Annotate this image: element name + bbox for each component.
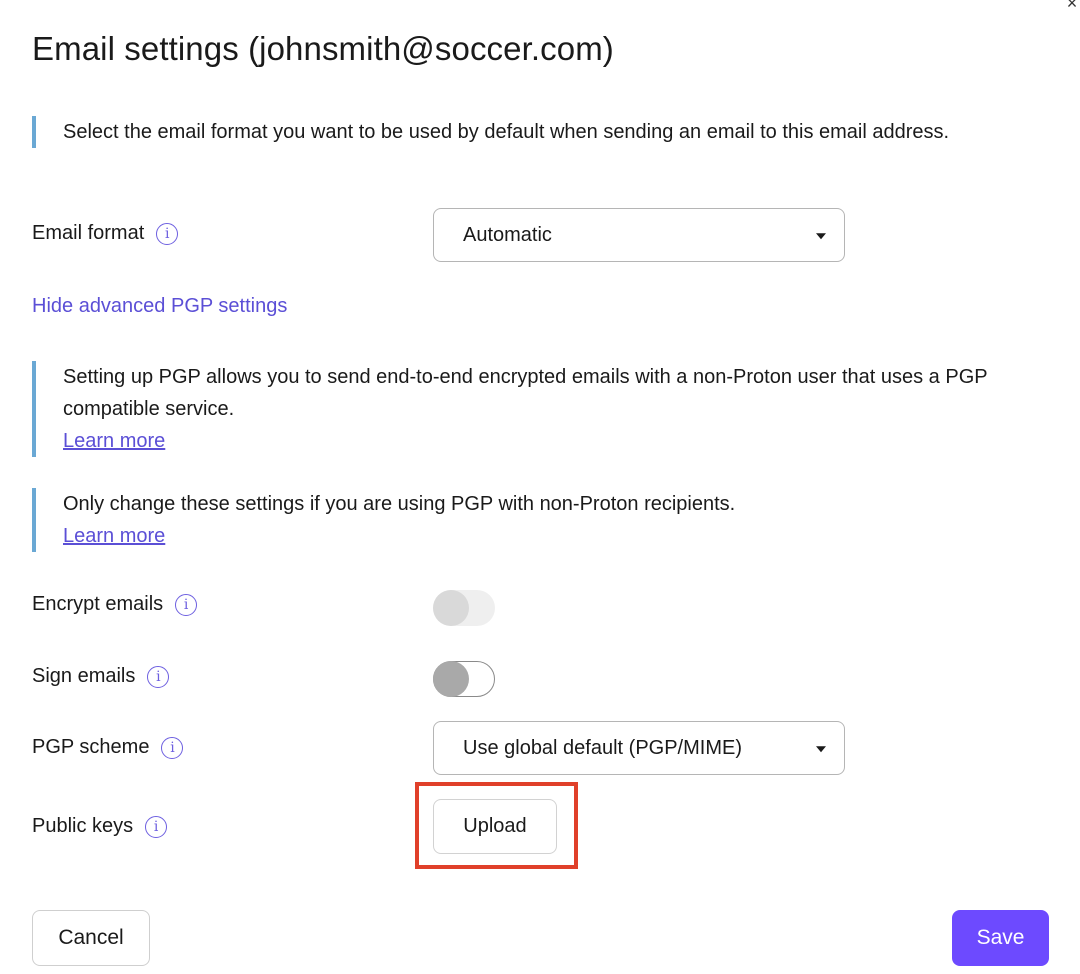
sign-emails-row-label: Sign emails i (32, 665, 170, 688)
pgp-scheme-label: PGP scheme (32, 736, 150, 758)
encrypt-emails-toggle[interactable] (433, 590, 495, 626)
pgp-info-callout: Setting up PGP allows you to send end-to… (32, 361, 1023, 457)
pgp-warning-text: Only change these settings if you are us… (63, 493, 736, 515)
email-format-label: Email format (32, 222, 145, 244)
email-format-row-label: Email format i (32, 222, 179, 245)
email-format-callout: Select the email format you want to be u… (32, 116, 1023, 148)
save-button[interactable]: Save (952, 910, 1049, 966)
sign-emails-label: Sign emails (32, 665, 136, 687)
cancel-button[interactable]: Cancel (32, 910, 150, 966)
info-icon[interactable]: i (161, 736, 184, 759)
email-settings-modal: × Email settings (johnsmith@soccer.com) … (0, 0, 1080, 974)
encrypt-emails-label: Encrypt emails (32, 593, 164, 615)
info-icon[interactable]: i (145, 815, 168, 838)
toggle-knob (432, 660, 469, 697)
pgp-warning-callout: Only change these settings if you are us… (32, 488, 1023, 552)
public-keys-row-label: Public keys i (32, 815, 168, 838)
public-keys-label: Public keys (32, 815, 134, 837)
close-icon[interactable]: × (1064, 0, 1080, 12)
sign-emails-toggle[interactable] (432, 660, 495, 697)
caret-down-icon (816, 233, 826, 240)
pgp-scheme-selected-value: Use global default (PGP/MIME) (463, 736, 742, 759)
learn-more-link[interactable]: Learn more (63, 425, 165, 457)
pgp-scheme-select[interactable]: Use global default (PGP/MIME) (433, 721, 845, 775)
encrypt-emails-row-label: Encrypt emails i (32, 593, 198, 616)
upload-button[interactable]: Upload (433, 799, 557, 854)
pgp-scheme-row-label: PGP scheme i (32, 736, 184, 759)
hide-advanced-pgp-link[interactable]: Hide advanced PGP settings (32, 295, 287, 318)
pgp-info-text: Setting up PGP allows you to send end-to… (63, 366, 988, 420)
modal-title: Email settings (johnsmith@soccer.com) (32, 30, 614, 67)
info-icon[interactable]: i (156, 222, 179, 245)
learn-more-link[interactable]: Learn more (63, 520, 165, 552)
info-icon[interactable]: i (175, 593, 198, 616)
email-format-callout-text: Select the email format you want to be u… (63, 121, 950, 143)
email-format-select[interactable]: Automatic (433, 208, 845, 262)
toggle-knob (433, 590, 469, 626)
caret-down-icon (816, 746, 826, 753)
info-icon[interactable]: i (147, 665, 170, 688)
email-format-selected-value: Automatic (463, 223, 552, 246)
